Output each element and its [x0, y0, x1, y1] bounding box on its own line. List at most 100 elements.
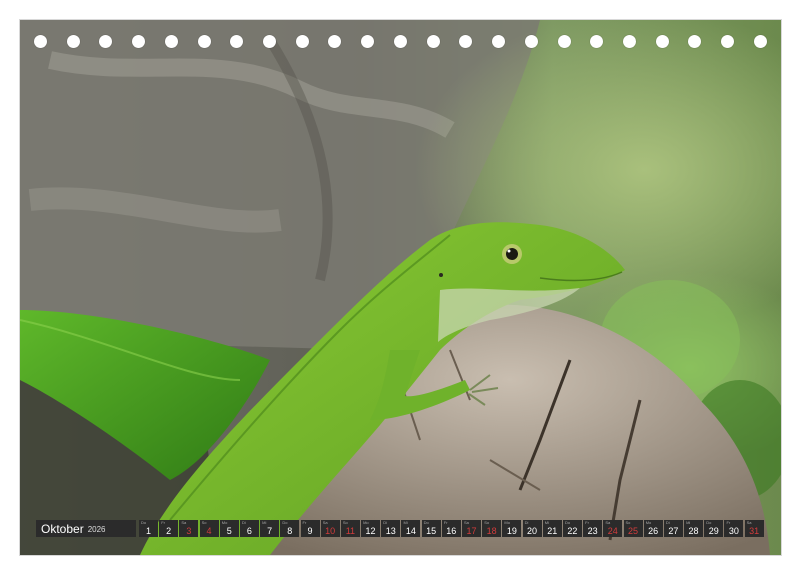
- calendar-day: Do 22: [562, 520, 582, 537]
- calendar-day: Fr 23: [583, 520, 603, 537]
- calendar-day: So 4: [199, 520, 219, 537]
- day-number: 16: [446, 526, 457, 536]
- weekday-label: Sa: [746, 520, 752, 525]
- weekday-label: So: [342, 520, 348, 525]
- weekday-label: Mo: [645, 520, 652, 525]
- month-label: Oktober: [41, 521, 84, 536]
- weekday-label: So: [201, 520, 207, 525]
- weekday-label: Fr: [302, 520, 307, 525]
- weekday-label: So: [625, 520, 631, 525]
- calendar-day: Fr 30: [724, 520, 744, 537]
- weekday-label: Mi: [686, 520, 691, 525]
- day-number: 31: [749, 526, 760, 536]
- day-number: 13: [385, 526, 396, 536]
- binding-hole: [328, 35, 342, 48]
- weekday-label: Do: [282, 520, 288, 525]
- weekday-label: Sa: [181, 520, 187, 525]
- binding-hole: [655, 35, 669, 48]
- calendar-day: Mi 28: [684, 520, 704, 537]
- weekday-label: Fr: [585, 520, 589, 525]
- day-number: 25: [627, 526, 638, 536]
- weekday-label: Mi: [262, 520, 267, 525]
- day-number: 19: [506, 526, 517, 536]
- binding-hole: [66, 35, 80, 48]
- calendar-day: So 25: [623, 520, 643, 537]
- day-number: 23: [587, 526, 598, 536]
- calendar-bar: Oktober 2026 Do 1 Fr 2 Sa 3 So 4 Mo 5 Di 6 Mi 7 Do 8 Fr 9…: [36, 520, 765, 537]
- weekday-label: Sa: [322, 520, 328, 525]
- calendar-day: Sa 10: [320, 520, 340, 537]
- calendar-day: Mo 5: [219, 520, 239, 537]
- binding-hole: [263, 35, 277, 48]
- binding-hole: [688, 35, 702, 48]
- weekday-label: Do: [706, 520, 712, 525]
- day-number: 29: [708, 526, 719, 536]
- weekday-label: Mo: [221, 520, 228, 525]
- day-number: 4: [206, 526, 212, 536]
- day-number: 21: [547, 526, 558, 536]
- day-number: 2: [166, 526, 172, 536]
- calendar-day: So 11: [340, 520, 360, 537]
- year-label: 2026: [87, 525, 106, 534]
- calendar-day: Do 8: [280, 520, 300, 537]
- calendar-page: Oktober 2026 Do 1 Fr 2 Sa 3 So 4 Mo 5 Di 6 Mi 7 Do 8 Fr 9…: [20, 20, 781, 555]
- binding-hole: [590, 35, 604, 48]
- calendar-day: Mi 21: [542, 520, 562, 537]
- binding-hole: [557, 35, 571, 48]
- day-number: 8: [287, 526, 293, 536]
- day-number: 5: [226, 526, 232, 536]
- calendar-day: Sa 31: [744, 520, 764, 537]
- binding-hole: [99, 35, 113, 48]
- weekday-label: Fr: [726, 520, 731, 525]
- calendar-day: Mo 12: [361, 520, 381, 537]
- calendar-day: Di 6: [239, 520, 259, 537]
- calendar-day: Do 15: [421, 520, 441, 537]
- calendar-day: Sa 17: [462, 520, 481, 537]
- weekday-label: Mo: [504, 520, 510, 525]
- binding-holes: [34, 35, 767, 49]
- binding-hole: [426, 35, 440, 48]
- calendar-day: Fr 16: [441, 520, 461, 537]
- weekday-label: Di: [524, 520, 529, 525]
- binding-hole: [197, 35, 211, 48]
- day-number: 24: [607, 526, 618, 536]
- calendar-day: Sa 24: [603, 520, 623, 537]
- binding-hole: [361, 35, 375, 48]
- day-number: 11: [345, 526, 356, 536]
- day-number: 30: [728, 526, 739, 536]
- lizard-photo: [20, 20, 781, 555]
- calendar-day: Fr 2: [159, 520, 179, 537]
- weekday-label: Mi: [544, 520, 549, 525]
- binding-hole: [459, 35, 473, 48]
- day-number: 9: [307, 526, 313, 536]
- day-number: 14: [405, 526, 416, 536]
- weekday-label: Di: [665, 520, 670, 525]
- binding-hole: [34, 35, 47, 48]
- weekday-label: Mo: [363, 520, 369, 525]
- calendar-day: Do 1: [139, 520, 158, 537]
- calendar-days: Do 1 Fr 2 Sa 3 So 4 Mo 5 Di 6 Mi 7 Do 8 Fr 9 Sa 10 So 11 Mo 12 D…: [139, 520, 765, 537]
- day-number: 27: [668, 526, 679, 536]
- calendar-day: Di 20: [522, 520, 542, 537]
- day-number: 18: [486, 526, 497, 536]
- day-number: 22: [567, 526, 578, 536]
- calendar-day: Mo 19: [502, 520, 522, 537]
- calendar-day: Sa 3: [179, 520, 199, 537]
- binding-hole: [753, 35, 767, 48]
- weekday-label: Sa: [605, 520, 611, 525]
- day-number: 1: [145, 526, 151, 536]
- weekday-label: So: [484, 520, 490, 525]
- weekday-label: Do: [141, 520, 147, 525]
- calendar-day: Mi 7: [260, 520, 280, 537]
- weekday-label: Fr: [161, 520, 165, 525]
- binding-hole: [524, 35, 538, 48]
- weekday-label: Fr: [443, 520, 448, 525]
- calendar-day: Di 27: [663, 520, 683, 537]
- weekday-label: Mi: [403, 520, 408, 525]
- calendar-day: Do 29: [704, 520, 724, 537]
- binding-hole: [622, 35, 636, 48]
- calendar-day: Fr 9: [300, 520, 320, 537]
- weekday-label: Sa: [464, 520, 469, 525]
- binding-hole: [721, 35, 735, 48]
- binding-hole: [164, 35, 178, 48]
